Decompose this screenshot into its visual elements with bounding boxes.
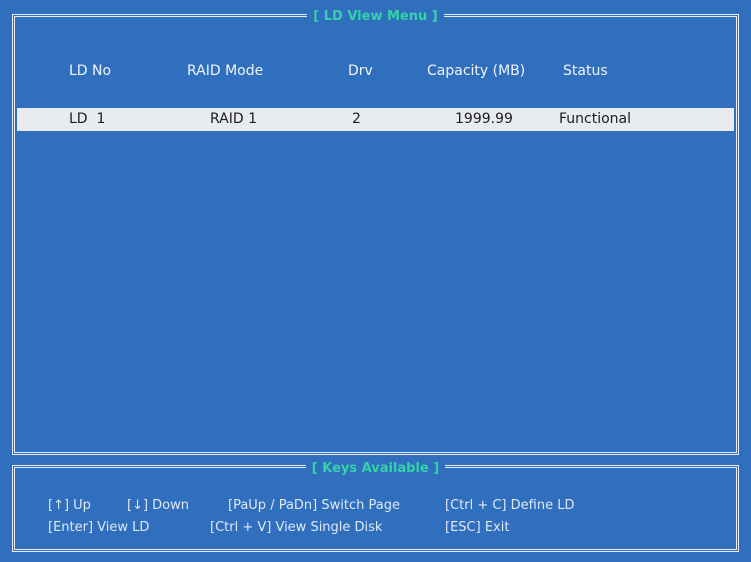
col-status: Status <box>563 63 608 79</box>
column-headers: LD No RAID Mode Drv Capacity (MB) Status <box>15 63 736 83</box>
ld-row-selected[interactable]: LD 1 RAID 1 2 1999.99 Functional <box>17 108 734 131</box>
status-value: Functional <box>559 111 632 127</box>
drv-value: 2 <box>352 111 361 127</box>
keys-title-bar: [ Keys Available ] <box>15 458 736 478</box>
ld-view-title-bar: [ LD View Menu ] <box>15 6 736 26</box>
key-view-single-disk: [Ctrl + V] View Single Disk <box>210 520 383 535</box>
capacity-value: 1999.99 <box>455 111 513 127</box>
ld-view-panel: [ LD View Menu ] LD No RAID Mode Drv Cap… <box>12 8 739 455</box>
key-switch-page: [PaUp / PaDn] Switch Page <box>228 498 400 513</box>
key-view-ld: [Enter] View LD <box>48 520 150 535</box>
raid-mode-value: RAID 1 <box>210 111 258 127</box>
key-up: [↑] Up <box>48 498 91 513</box>
col-ld-no: LD No <box>69 63 112 79</box>
keys-line-2: [Enter] View LD [Ctrl + V] View Single D… <box>15 520 736 538</box>
keys-line-1: [↑] Up [↓] Down [PaUp / PaDn] Switch Pag… <box>15 498 736 516</box>
ld-view-title: [ LD View Menu ] <box>307 8 444 24</box>
key-exit: [ESC] Exit <box>445 520 510 535</box>
keys-title: [ Keys Available ] <box>305 460 446 476</box>
keys-panel: [ Keys Available ] [↑] Up [↓] Down [PaUp… <box>12 460 739 552</box>
col-capacity: Capacity (MB) <box>427 63 526 79</box>
key-down: [↓] Down <box>127 498 190 513</box>
key-define-ld: [Ctrl + C] Define LD <box>445 498 575 513</box>
col-raid-mode: RAID Mode <box>187 63 264 79</box>
col-drv: Drv <box>348 63 373 79</box>
ld-no-value: LD 1 <box>69 111 106 127</box>
